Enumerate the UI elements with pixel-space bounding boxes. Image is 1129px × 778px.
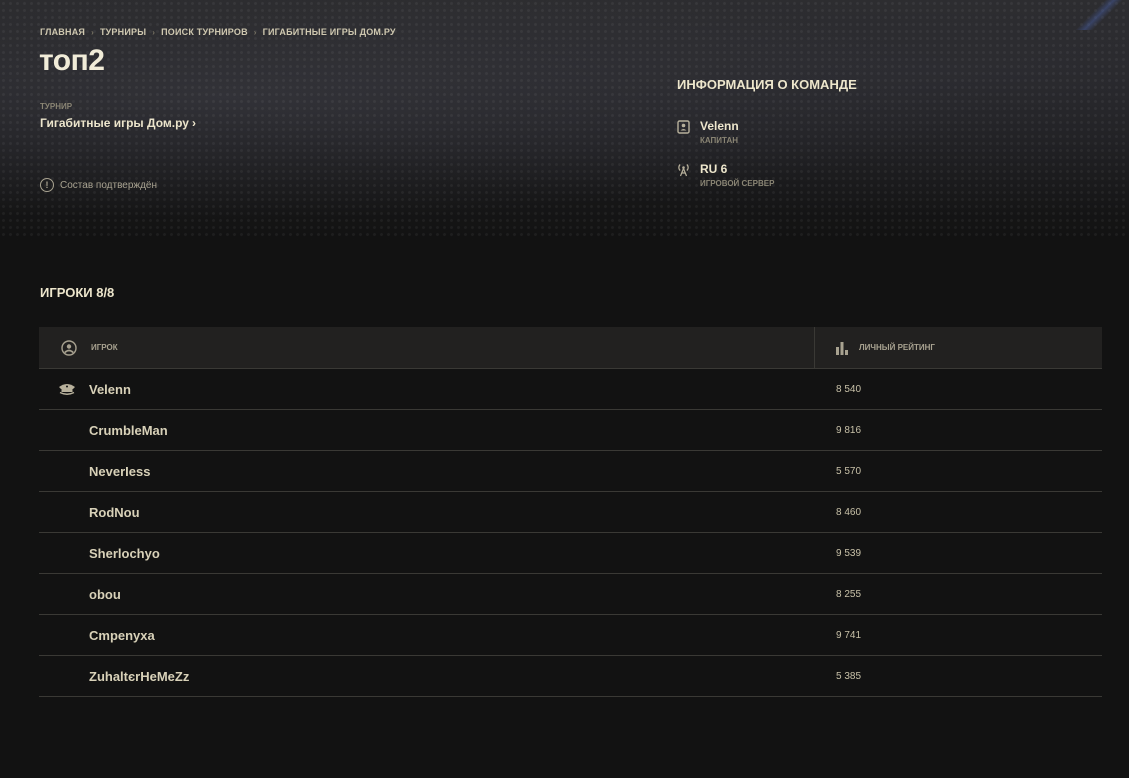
- player-cell: ZuhaltєrHeMeZz: [39, 669, 815, 684]
- table-row[interactable]: obou 8 255: [39, 574, 1102, 615]
- tournament-link[interactable]: Гигабитные игры Дом.ру ›: [40, 116, 196, 130]
- player-name[interactable]: RodNou: [89, 505, 140, 520]
- server-label: ИГРОВОЙ СЕРВЕР: [700, 179, 775, 188]
- captain-name: Velenn: [700, 119, 739, 133]
- chevron-right-icon: ›: [191, 116, 196, 130]
- player-cell: Sherlochyo: [39, 546, 815, 561]
- player-rating: 5 570: [836, 465, 862, 477]
- column-player[interactable]: ИГРОК: [39, 327, 815, 368]
- breadcrumb-separator-icon: ›: [152, 27, 156, 37]
- player-cell: obou: [39, 587, 815, 602]
- player-rating: 5 385: [836, 670, 862, 682]
- player-rating: 8 540: [836, 383, 862, 395]
- roster-status-text: Состав подтверждён: [60, 179, 158, 191]
- roster-status: ! Состав подтверждён: [40, 178, 157, 192]
- players-title: ИГРОКИ 8/8: [40, 285, 115, 300]
- breadcrumb: ГЛАВНАЯ › ТУРНИРЫ › ПОИСК ТУРНИРОВ › ГИГ…: [40, 27, 396, 37]
- players-table-header: ИГРОК ЛИЧНЫЙ РЕЙТИНГ: [39, 327, 1102, 369]
- player-cell: RodNou: [39, 505, 815, 520]
- tournament-label: ТУРНИР: [40, 102, 73, 111]
- player-rating: 8 460: [836, 506, 862, 518]
- player-name[interactable]: ZuhaltєrHeMeZz: [89, 669, 189, 684]
- player-rating: 9 816: [836, 424, 862, 436]
- team-server: RU 6 ИГРОВОЙ СЕРВЕР: [677, 162, 774, 188]
- team-captain: Velenn КАПИТАН: [677, 119, 739, 145]
- antenna-icon: [678, 164, 689, 177]
- player-name[interactable]: Cmpenyxa: [89, 628, 155, 643]
- player-rating: 9 539: [836, 547, 862, 559]
- player-rating: 8 255: [836, 588, 862, 600]
- player-name[interactable]: CrumbleMan: [89, 423, 168, 438]
- breadcrumb-tournaments[interactable]: ТУРНИРЫ: [100, 27, 146, 37]
- breadcrumb-current[interactable]: ГИГАБИТНЫЕ ИГРЫ ДОМ.РУ: [263, 27, 396, 37]
- captain-cap-icon: [57, 382, 89, 396]
- breadcrumb-home[interactable]: ГЛАВНАЯ: [40, 27, 85, 37]
- player-name[interactable]: Sherlochyo: [89, 546, 160, 561]
- player-cell: Velenn: [39, 382, 815, 397]
- player-name[interactable]: obou: [89, 587, 121, 602]
- team-info-title: ИНФОРМАЦИЯ О КОМАНДЕ: [677, 77, 857, 92]
- table-row[interactable]: RodNou 8 460: [39, 492, 1102, 533]
- breadcrumb-separator-icon: ›: [253, 27, 257, 37]
- id-card-icon: [677, 120, 690, 134]
- info-circle-icon: !: [40, 178, 54, 192]
- table-row[interactable]: Sherlochyo 9 539: [39, 533, 1102, 574]
- captain-label: КАПИТАН: [700, 136, 738, 145]
- column-player-label: ИГРОК: [91, 343, 118, 352]
- breadcrumb-tournament-search[interactable]: ПОИСК ТУРНИРОВ: [161, 27, 248, 37]
- user-circle-icon: [61, 339, 77, 356]
- table-row[interactable]: CrumbleMan 9 816: [39, 410, 1102, 451]
- player-name[interactable]: Velenn: [89, 382, 131, 397]
- players-table: ИГРОК ЛИЧНЫЙ РЕЙТИНГ Velenn 8 540 Crumbl…: [39, 327, 1102, 697]
- bar-chart-icon: [836, 341, 848, 355]
- table-row[interactable]: NeverIess 5 570: [39, 451, 1102, 492]
- player-cell: CrumbleMan: [39, 423, 815, 438]
- table-row[interactable]: Cmpenyxa 9 741: [39, 615, 1102, 656]
- player-cell: Cmpenyxa: [39, 628, 815, 643]
- table-row[interactable]: ZuhaltєrHeMeZz 5 385: [39, 656, 1102, 697]
- server-value: RU 6: [700, 162, 728, 176]
- column-rating-label: ЛИЧНЫЙ РЕЙТИНГ: [859, 343, 935, 352]
- player-rating: 9 741: [836, 629, 862, 641]
- breadcrumb-separator-icon: ›: [91, 27, 94, 37]
- column-rating[interactable]: ЛИЧНЫЙ РЕЙТИНГ: [815, 327, 1102, 368]
- page-title: топ2: [39, 44, 105, 77]
- player-name[interactable]: NeverIess: [89, 464, 150, 479]
- player-cell: NeverIess: [39, 464, 815, 479]
- tournament-name: Гигабитные игры Дом.ру: [40, 116, 189, 130]
- table-row[interactable]: Velenn 8 540: [39, 369, 1102, 410]
